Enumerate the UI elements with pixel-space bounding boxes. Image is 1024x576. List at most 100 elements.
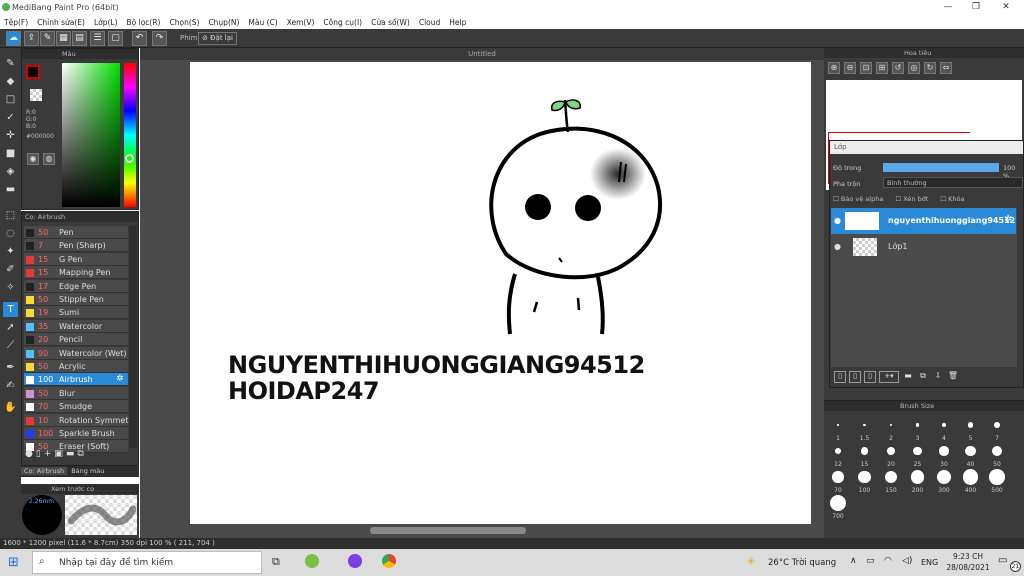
brush-item[interactable]: 15 G Pen (24, 252, 128, 266)
clipping-checkbox[interactable]: ☐ Xén bớt (895, 195, 928, 206)
brush-size-swatch[interactable] (884, 470, 898, 484)
duplicate-layer-icon[interactable]: ⧉ (917, 371, 929, 383)
flip-icon[interactable]: ⇔ (940, 62, 952, 74)
brush-item[interactable]: 20 Pencil (24, 333, 128, 347)
brush-item[interactable]: 15 Mapping Pen (24, 266, 128, 280)
zoom-out-icon[interactable]: ⊖ (844, 62, 856, 74)
drawing-canvas[interactable]: NGUYENTHIHUONGGIANG94512 HOIDAP247 (190, 62, 811, 524)
volume-icon[interactable]: ◁) (902, 556, 912, 566)
merge-layer-icon[interactable]: ⇩ (932, 371, 944, 383)
brush-size-swatch[interactable] (941, 422, 947, 428)
new-brush-icon[interactable]: ▯ (36, 449, 41, 463)
brush-item[interactable]: 90 Watercolor (Wet) (24, 346, 128, 360)
blend-mode-select[interactable]: Bình thường (883, 177, 1023, 188)
text-tool-icon[interactable]: T (3, 302, 18, 317)
brush-size-swatch[interactable] (913, 446, 922, 456)
zoom-in-icon[interactable]: ⊕ (828, 62, 840, 74)
opacity-slider[interactable] (883, 163, 999, 172)
taskbar-search[interactable]: ⌕ Nhập tại đây để tìm kiếm (32, 551, 262, 574)
brush-settings-icon[interactable]: ● (25, 449, 33, 463)
minimize-button[interactable]: — (934, 0, 962, 15)
brush-size-swatch[interactable] (915, 423, 920, 427)
maximize-button[interactable]: ❐ (962, 0, 990, 15)
brush-size-swatch[interactable] (830, 495, 846, 511)
close-button[interactable]: ✕ (992, 0, 1020, 15)
new-8bit-layer-icon[interactable]: ▯ (864, 371, 876, 383)
layer-row[interactable]: ● Lớp1 (831, 234, 1016, 260)
move-tool-icon[interactable]: ✛ (3, 128, 18, 143)
brush-tool-icon[interactable]: ✎ (3, 56, 18, 71)
messenger-taskbar-icon[interactable] (348, 554, 362, 568)
brush-size-swatch[interactable] (858, 470, 871, 484)
cloud-icon[interactable]: ☁ (6, 31, 21, 46)
reset-rotate-icon[interactable]: ◎ (908, 62, 920, 74)
brush-size-swatch[interactable] (837, 424, 839, 426)
brush-item[interactable]: 19 Sumi (24, 306, 128, 320)
clock[interactable]: 9:23 CH 28/08/2021 (946, 551, 990, 573)
select-tool-icon[interactable]: ⬚ (3, 208, 18, 223)
reset-button[interactable]: ⊘ Đặt lại (198, 32, 237, 45)
brush-item[interactable]: 50 Acrylic (24, 360, 128, 373)
delete-layer-icon[interactable]: 🗑 (947, 371, 959, 383)
color-picker-icon[interactable]: ◍ (43, 153, 55, 165)
transparent-swatch[interactable] (30, 89, 42, 101)
delete-brush-icon[interactable]: ⧉ (77, 449, 83, 463)
brush-size-swatch[interactable] (989, 469, 1005, 485)
hue-slider[interactable] (124, 63, 136, 207)
menu-capture[interactable]: Chụp(N) (208, 18, 239, 27)
bucket-tool-icon[interactable]: ◈ (3, 164, 18, 179)
wifi-icon[interactable]: ◠ (884, 556, 892, 566)
language-indicator[interactable]: ENG (921, 558, 938, 567)
notification-icon[interactable]: ▭ (998, 555, 1007, 566)
lock-checkbox[interactable]: ☐ Khóa (940, 195, 964, 206)
grid-icon[interactable]: ▦ (56, 31, 71, 46)
brush-item[interactable]: 100 Sparkle Brush (24, 427, 128, 440)
menu-filter[interactable]: Bộ lọc(R) (127, 18, 161, 27)
add-layer-menu-icon[interactable]: +▾ (879, 371, 899, 383)
operation-tool-icon[interactable]: ➚ (3, 320, 18, 335)
brush-size-swatch[interactable] (832, 471, 844, 483)
foreground-color-swatch[interactable] (26, 65, 40, 79)
chrome-taskbar-icon[interactable] (382, 554, 396, 568)
frame-icon[interactable]: ▢ (108, 31, 123, 46)
list-icon[interactable]: ☰ (90, 31, 105, 46)
menu-select[interactable]: Chọn(S) (169, 18, 199, 27)
rotate-right-icon[interactable]: ↻ (924, 62, 936, 74)
brush-item[interactable]: 50 Blur (24, 386, 128, 400)
divide-tool-icon[interactable]: ⟋ (3, 338, 18, 353)
add-brush-icon[interactable]: + (44, 449, 52, 463)
new-halftone-layer-icon[interactable]: ▯ (849, 371, 861, 383)
layer-folder-icon[interactable]: ▬ (902, 371, 914, 383)
magic-wand-tool-icon[interactable]: ✦ (3, 244, 18, 259)
undo-icon[interactable]: ↶ (132, 31, 147, 46)
menu-edit[interactable]: Chỉnh sửa(E) (37, 18, 85, 27)
brush-size-swatch[interactable] (860, 447, 869, 455)
snap-icon[interactable]: ▤ (72, 31, 87, 46)
comment-icon[interactable]: ✎ (40, 31, 55, 46)
rotate-left-icon[interactable]: ↺ (892, 62, 904, 74)
hand-tool-icon[interactable]: ✋ (3, 400, 18, 415)
menu-color[interactable]: Màu (C) (248, 18, 277, 27)
menu-file[interactable]: Tệp(F) (4, 18, 28, 27)
brush-size-swatch[interactable] (936, 469, 952, 485)
brush-item[interactable]: 70 Smudge (24, 400, 128, 414)
eraser-tool-icon[interactable]: ◆ (3, 74, 18, 89)
brush-folder-icon[interactable]: ▬ (66, 449, 75, 463)
document-tab[interactable]: Untitled (140, 48, 824, 60)
pen-tool-icon[interactable]: ✍ (3, 378, 18, 393)
brush-item[interactable]: 7 Pen (Sharp) (24, 239, 128, 253)
protect-alpha-checkbox[interactable]: ☐ Bảo vệ alpha (833, 195, 883, 206)
brush-size-swatch[interactable] (965, 445, 976, 457)
brush-item[interactable]: 17 Edge Pen (24, 279, 128, 293)
menu-view[interactable]: Xem(V) (287, 18, 315, 27)
brush-size-swatch[interactable] (991, 445, 1003, 457)
palette-icon[interactable]: ◉ (27, 153, 39, 165)
layer-visibility-icon[interactable]: ● (834, 242, 841, 251)
layer-row-selected[interactable]: ● nguyenthihuonggiang94512 ✲ (831, 208, 1016, 234)
new-layer-icon[interactable]: ▯ (834, 371, 846, 383)
battery-icon[interactable]: ▭ (866, 556, 875, 566)
tab-brush[interactable]: Cọ: Airbrush (21, 467, 68, 475)
lasso-tool-icon[interactable]: ◌ (3, 226, 18, 241)
saturation-value-picker[interactable] (62, 63, 120, 207)
brush-size-swatch[interactable] (994, 422, 1000, 428)
